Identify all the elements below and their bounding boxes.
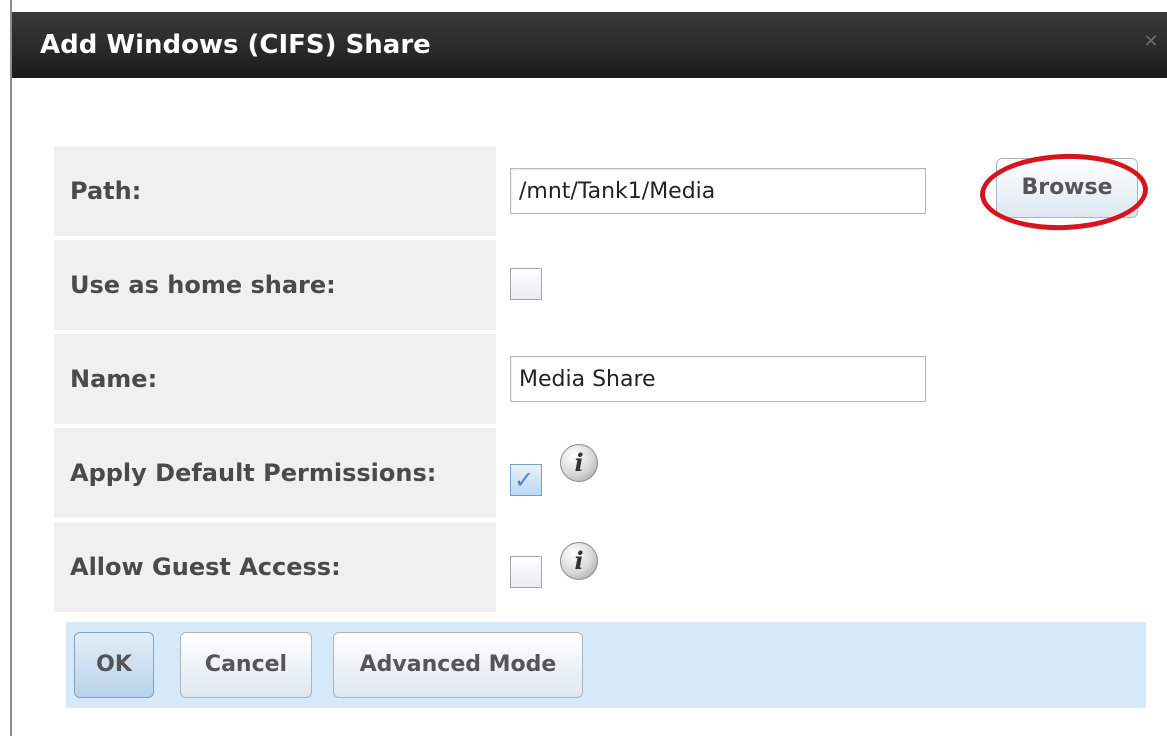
dialog-titlebar: Add Windows (CIFS) Share ✕ [12, 12, 1167, 78]
info-icon[interactable]: i [560, 542, 598, 580]
dialog-title: Add Windows (CIFS) Share [40, 30, 431, 60]
info-icon[interactable]: i [560, 444, 598, 482]
share-form: Path: Browse Use as home share: Name: Ap… [54, 146, 1164, 616]
default-permissions-checkbox[interactable]: ✓ [510, 464, 542, 496]
name-label-cell: Name: [54, 334, 496, 424]
path-label: Path: [70, 177, 142, 205]
name-input[interactable] [510, 356, 926, 402]
close-icon[interactable]: ✕ [1141, 32, 1161, 52]
path-label-cell: Path: [54, 146, 496, 236]
home-share-label-cell: Use as home share: [54, 240, 496, 330]
guest-access-label: Allow Guest Access: [70, 553, 341, 581]
name-label: Name: [70, 365, 158, 393]
guest-access-checkbox[interactable] [510, 556, 542, 588]
ok-button[interactable]: OK [74, 632, 154, 698]
home-share-row: Use as home share: [54, 240, 1164, 330]
path-row: Path: Browse [54, 146, 1164, 236]
name-row: Name: [54, 334, 1164, 424]
default-permissions-label-cell: Apply Default Permissions: [54, 428, 496, 518]
default-permissions-row: Apply Default Permissions: ✓ i [54, 428, 1164, 518]
advanced-mode-button[interactable]: Advanced Mode [333, 632, 583, 698]
default-permissions-label: Apply Default Permissions: [70, 459, 437, 487]
home-share-label: Use as home share: [70, 271, 336, 299]
path-input[interactable] [510, 168, 926, 214]
cancel-button[interactable]: Cancel [180, 632, 312, 698]
guest-access-label-cell: Allow Guest Access: [54, 522, 496, 612]
dialog-button-bar: OK Cancel Advanced Mode [66, 622, 1146, 708]
guest-access-row: Allow Guest Access: i [54, 522, 1164, 612]
home-share-checkbox[interactable] [510, 268, 542, 300]
checkmark-icon: ✓ [514, 466, 535, 494]
